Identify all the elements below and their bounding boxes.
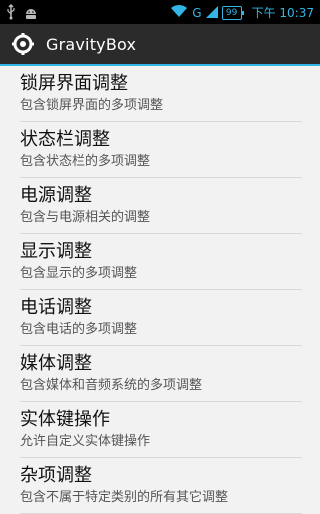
action-bar: GravityBox [0, 24, 320, 66]
gear-icon[interactable] [10, 31, 36, 57]
status-bar: G 99 下午 10:37 [0, 0, 320, 24]
item-title: 媒体调整 [20, 353, 92, 374]
network-type-label: G [192, 5, 202, 20]
item-summary: 包含不属于特定类别的所有其它调整 [20, 490, 229, 505]
item-summary: 包含锁屏界面的多项调整 [20, 98, 164, 113]
list-item-misc[interactable]: 杂项调整 包含不属于特定类别的所有其它调整 [0, 458, 320, 514]
item-title: 状态栏调整 [20, 129, 110, 150]
item-summary: 包含状态栏的多项调整 [20, 154, 151, 169]
item-title: 电源调整 [20, 185, 92, 206]
item-title: 锁屏界面调整 [20, 73, 128, 94]
settings-list: 锁屏界面调整 包含锁屏界面的多项调整 状态栏调整 包含状态栏的多项调整 电源调整… [0, 66, 320, 514]
item-summary: 包含电话的多项调整 [20, 322, 138, 337]
item-summary: 包含显示的多项调整 [20, 266, 138, 281]
notification-icons [6, 3, 38, 24]
signal-icon [205, 3, 218, 22]
list-item-power[interactable]: 电源调整 包含与电源相关的调整 [0, 178, 320, 234]
item-title: 电话调整 [20, 297, 92, 318]
usb-icon [6, 3, 16, 24]
list-item-hardware-keys[interactable]: 实体键操作 允许自定义实体键操作 [0, 402, 320, 458]
item-summary: 包含媒体和音频系统的多项调整 [20, 378, 203, 393]
system-icons: G 99 下午 10:37 [170, 3, 314, 22]
list-item-display[interactable]: 显示调整 包含显示的多项调整 [0, 234, 320, 290]
wifi-icon [170, 3, 188, 22]
app-title: GravityBox [46, 34, 137, 54]
item-summary: 包含与电源相关的调整 [20, 210, 151, 225]
list-item-statusbar[interactable]: 状态栏调整 包含状态栏的多项调整 [0, 122, 320, 178]
item-title: 实体键操作 [20, 409, 110, 430]
item-title: 杂项调整 [20, 465, 92, 486]
list-item-media[interactable]: 媒体调整 包含媒体和音频系统的多项调整 [0, 346, 320, 402]
clock: 下午 10:37 [251, 5, 314, 20]
item-summary: 允许自定义实体键操作 [20, 434, 151, 449]
android-icon [24, 5, 38, 24]
battery-icon: 99 [221, 5, 244, 20]
list-item-lockscreen[interactable]: 锁屏界面调整 包含锁屏界面的多项调整 [0, 66, 320, 122]
item-title: 显示调整 [20, 241, 92, 262]
list-item-phone[interactable]: 电话调整 包含电话的多项调整 [0, 290, 320, 346]
